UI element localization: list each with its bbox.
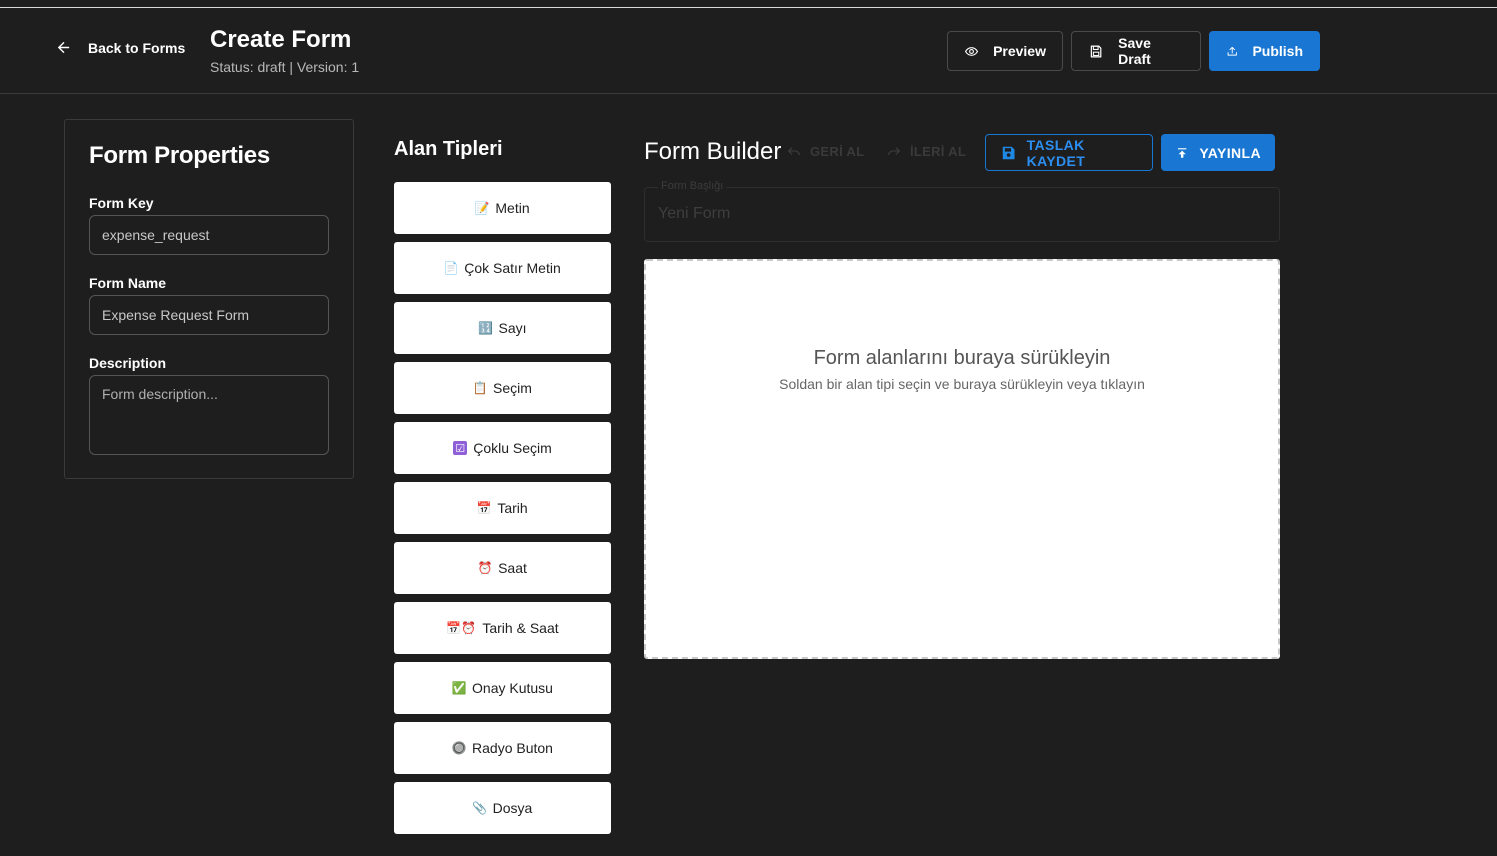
- undo-button[interactable]: GERİ AL: [786, 143, 864, 159]
- paperclip-icon: 📎: [472, 801, 488, 815]
- field-type-select[interactable]: 📋 Seçim: [394, 362, 611, 414]
- field-type-checkbox[interactable]: ✅ Onay Kutusu: [394, 662, 611, 714]
- form-builder-heading: Form Builder: [644, 138, 782, 165]
- save-icon: [1002, 146, 1015, 159]
- taslak-kaydet-button[interactable]: TASLAK KAYDET: [985, 134, 1153, 171]
- form-properties-panel: Form Properties Form Key Form Name Descr…: [64, 119, 354, 479]
- alarm-clock-icon: ⏰: [477, 561, 493, 575]
- form-key-label: Form Key: [89, 195, 154, 211]
- arrow-left-icon: [57, 41, 70, 54]
- field-type-datetime[interactable]: 📅⏰ Tarih & Saat: [394, 602, 611, 654]
- form-name-input[interactable]: [89, 295, 329, 335]
- field-type-label: Tarih & Saat: [482, 620, 559, 636]
- form-title-value: Yeni Form: [658, 205, 731, 222]
- back-label: Back to Forms: [88, 39, 186, 56]
- upload-icon: [1227, 46, 1237, 56]
- field-type-label: Radyo Buton: [472, 740, 553, 756]
- redo-icon: [888, 147, 901, 156]
- field-type-label: Saat: [498, 560, 527, 576]
- publish-label: Publish: [1252, 43, 1303, 59]
- field-type-radio[interactable]: 🔘 Radyo Buton: [394, 722, 611, 774]
- radio-button-icon: 🔘: [451, 741, 467, 755]
- back-to-forms-link[interactable]: Back to Forms: [55, 39, 185, 56]
- field-type-date[interactable]: 📅 Tarih: [394, 482, 611, 534]
- description-label: Description: [89, 355, 167, 371]
- numbers-icon: 🔢: [478, 321, 493, 335]
- yayinla-button[interactable]: YAYINLA: [1161, 134, 1275, 171]
- form-drop-zone[interactable]: Form alanlarını buraya sürükleyin Soldan…: [644, 259, 1280, 659]
- description-textarea[interactable]: [89, 375, 329, 455]
- form-title-field[interactable]: [644, 187, 1280, 242]
- form-name-label: Form Name: [89, 275, 167, 291]
- eye-icon: [964, 46, 979, 56]
- field-type-file[interactable]: 📎 Dosya: [394, 782, 611, 834]
- taslak-kaydet-label: TASLAK KAYDET: [1026, 136, 1086, 169]
- check-mark-icon: ✅: [451, 681, 467, 695]
- field-type-label: Seçim: [493, 380, 532, 396]
- publish-button[interactable]: Publish: [1209, 31, 1320, 71]
- form-key-input[interactable]: [89, 215, 329, 255]
- field-type-multiselect[interactable]: ☑ Çoklu Seçim: [394, 422, 611, 474]
- field-type-label: Onay Kutusu: [472, 680, 553, 696]
- field-type-label: Çoklu Seçim: [473, 440, 552, 456]
- form-title-label: Form Başlığı: [658, 180, 727, 192]
- field-type-label: Çok Satır Metin: [464, 260, 561, 276]
- preview-label: Preview: [993, 43, 1046, 59]
- page-header: Back to Forms Create Form Status: draft …: [0, 8, 1497, 94]
- memo-icon: 📝: [474, 201, 490, 215]
- field-type-time[interactable]: ⏰ Saat: [394, 542, 611, 594]
- field-types-heading: Alan Tipleri: [394, 138, 503, 160]
- field-type-label: Metin: [495, 200, 530, 216]
- drop-zone-heading: Form alanlarını buraya sürükleyin: [813, 347, 1111, 369]
- redo-button[interactable]: İLERİ AL: [886, 143, 966, 159]
- calendar-clock-icon: 📅⏰: [446, 621, 477, 635]
- save-icon: [1090, 45, 1102, 57]
- drop-zone-subtext: Soldan bir alan tipi seçin ve buraya sür…: [779, 376, 1145, 392]
- field-type-number[interactable]: 🔢 Sayı: [394, 302, 611, 354]
- save-draft-button[interactable]: Save Draft: [1071, 31, 1201, 71]
- calendar-icon: 📅: [476, 501, 492, 515]
- checkbox-checked-icon: ☑: [453, 441, 468, 455]
- field-type-label: Dosya: [492, 800, 533, 816]
- preview-button[interactable]: Preview: [947, 31, 1063, 71]
- field-type-label: Sayı: [498, 320, 527, 336]
- save-draft-label: Save Draft: [1118, 35, 1151, 67]
- status-text: Status: draft | Version: 1: [210, 59, 360, 75]
- yayinla-label: YAYINLA: [1199, 144, 1261, 161]
- page-title: Create Form: [210, 26, 352, 53]
- publish-icon: [1177, 147, 1187, 158]
- field-type-text[interactable]: 📝 Metin: [394, 182, 611, 234]
- field-type-textarea[interactable]: 📄 Çok Satır Metin: [394, 242, 611, 294]
- clipboard-icon: 📋: [472, 381, 488, 395]
- document-icon: 📄: [443, 261, 459, 275]
- redo-label: İLERİ AL: [910, 143, 967, 159]
- field-type-label: Tarih: [497, 500, 528, 516]
- undo-label: GERİ AL: [810, 143, 865, 159]
- properties-heading: Form Properties: [89, 142, 270, 169]
- undo-icon: [787, 147, 800, 156]
